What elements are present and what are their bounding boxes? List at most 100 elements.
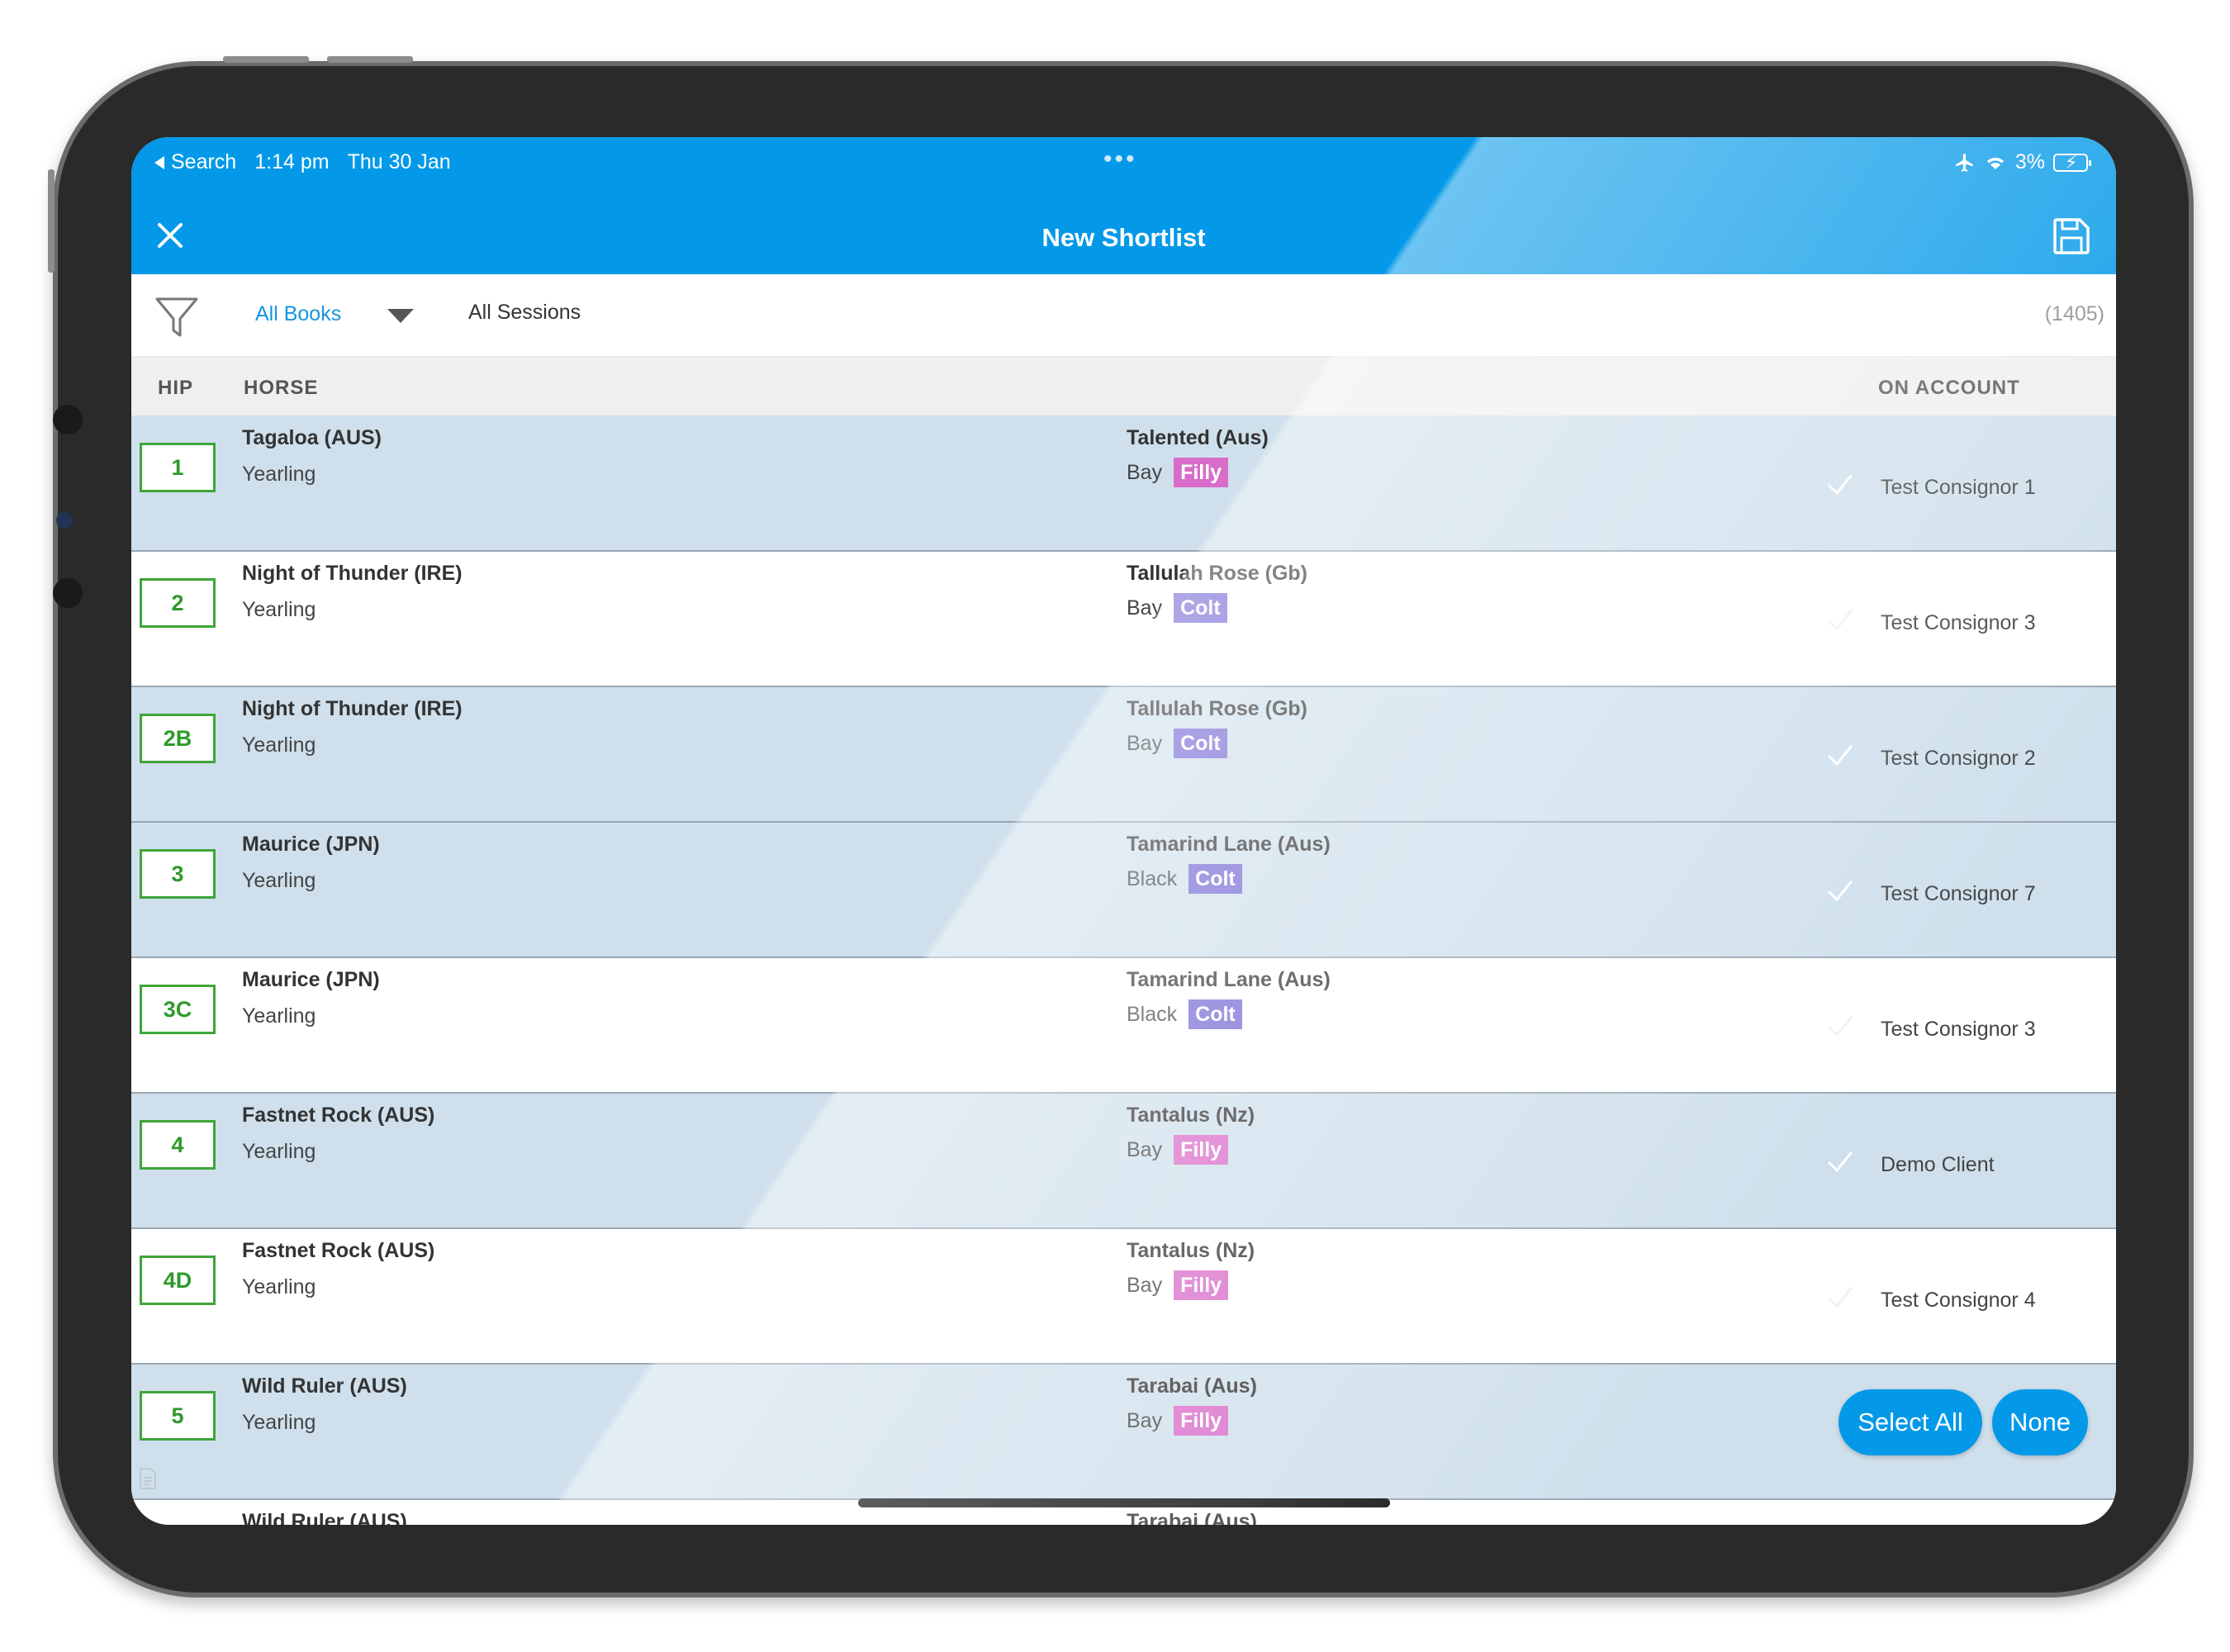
color-sex: Black Colt <box>1127 999 1242 1029</box>
status-bar: Search 1:14 pm Thu 30 Jan ••• 3% ⚡ <box>131 145 2116 178</box>
sire-name: Fastnet Rock (AUS) <box>242 1239 435 1262</box>
document-icon[interactable] <box>138 1467 158 1490</box>
hip-badge: 2B <box>140 714 216 763</box>
select-all-button[interactable]: Select All <box>1839 1389 1982 1455</box>
back-to-search-link[interactable]: Search <box>171 150 236 174</box>
wifi-icon <box>1986 157 2004 169</box>
sire-name: Wild Ruler (AUS) <box>242 1374 407 1398</box>
save-icon[interactable] <box>2050 215 2093 258</box>
hip-badge: 3 <box>140 849 216 899</box>
color-sex: Bay Filly <box>1127 458 1229 487</box>
table-row[interactable]: 2B Night of Thunder (IRE) Yearling Tallulah… <box>131 687 2116 823</box>
sessions-dropdown[interactable]: All Sessions <box>468 301 581 325</box>
horse-color: Bay <box>1127 1137 1163 1161</box>
hip-badge: 2 <box>140 578 216 628</box>
books-dropdown[interactable]: All Books <box>255 302 341 326</box>
select-none-button[interactable]: None <box>1992 1389 2088 1455</box>
horse-color: Bay <box>1127 731 1163 755</box>
table-row[interactable]: 3C Maurice (JPN) Yearling Tamarind Lane (Au… <box>131 958 2116 1094</box>
column-header: HIP HORSE ON ACCOUNT <box>131 357 2116 416</box>
sire-name: Maurice (JPN) <box>242 968 380 991</box>
color-sex: Bay Filly <box>1127 1270 1229 1300</box>
horse-color: Bay <box>1127 1408 1163 1432</box>
color-sex: Black Colt <box>1127 864 1242 894</box>
horse-list[interactable]: 1 Tagaloa (AUS) Yearling Talented (Aus) Bay… <box>131 416 2116 1525</box>
horse-age: Yearling <box>242 598 316 621</box>
page-title: New Shortlist <box>1041 223 1206 252</box>
horse-age: Yearling <box>242 1275 316 1298</box>
dam-name: Tallulah Rose (Gb) <box>1127 697 1307 720</box>
dam-name: Tantalus (Nz) <box>1127 1104 1255 1127</box>
filter-bar: All Books All Sessions (1405) <box>131 274 2116 357</box>
checkmark-icon[interactable] <box>1824 740 1856 771</box>
home-indicator[interactable] <box>858 1498 1390 1507</box>
column-hip: HIP <box>158 377 194 399</box>
checkmark-icon[interactable] <box>1824 876 1856 907</box>
color-sex: Bay Filly <box>1127 1135 1229 1165</box>
hip-badge: 1 <box>140 443 216 492</box>
column-horse: HORSE <box>244 377 319 399</box>
checkmark-icon[interactable] <box>1824 1282 1856 1313</box>
sex-badge: Filly <box>1174 458 1229 487</box>
hip-badge: 3C <box>140 985 216 1034</box>
checkmark-icon[interactable] <box>1824 605 1856 636</box>
sire-name: Wild Ruler (AUS) <box>242 1510 407 1525</box>
dam-name: Tarabai (Aus) <box>1127 1510 1257 1525</box>
checkmark-icon[interactable] <box>1824 469 1856 501</box>
table-row[interactable]: 4D Fastnet Rock (AUS) Yearling Tantalus (Nz… <box>131 1229 2116 1365</box>
checkmark-icon[interactable] <box>1824 1146 1856 1178</box>
horse-age: Yearling <box>242 463 316 486</box>
dam-name: Tamarind Lane (Aus) <box>1127 968 1331 991</box>
sire-name: Night of Thunder (IRE) <box>242 562 463 585</box>
table-row[interactable]: 2 Night of Thunder (IRE) Yearling Tallulah … <box>131 552 2116 687</box>
battery-icon: ⚡ <box>2053 152 2091 173</box>
volume-button <box>223 56 309 63</box>
sensor <box>53 578 83 608</box>
horse-age: Yearling <box>242 1004 316 1028</box>
sire-name: Tagaloa (AUS) <box>242 426 382 449</box>
on-account-name: Test Consignor 2 <box>1881 747 2036 770</box>
dam-name: Talented (Aus) <box>1127 426 1269 449</box>
horse-age: Yearling <box>242 869 316 892</box>
dam-name: Tarabai (Aus) <box>1127 1374 1257 1398</box>
table-row[interactable]: 5 Wild Ruler (AUS) Yearling Tarabai (Aus) B… <box>131 1365 2116 1500</box>
sex-badge: Colt <box>1174 729 1227 758</box>
color-sex: Bay Colt <box>1127 593 1227 623</box>
side-button <box>48 169 55 273</box>
multitasking-dots[interactable]: ••• <box>1103 145 1137 173</box>
horse-color: Black <box>1127 866 1178 890</box>
column-on-account: ON ACCOUNT <box>1878 377 2020 399</box>
horse-color: Bay <box>1127 1273 1163 1297</box>
on-account-name: Test Consignor 4 <box>1881 1289 2036 1312</box>
table-row[interactable]: 4 Fastnet Rock (AUS) Yearling Tantalus (Nz)… <box>131 1094 2116 1229</box>
table-row[interactable]: 3 Maurice (JPN) Yearling Tamarind Lane (Aus… <box>131 823 2116 958</box>
camera-sensor <box>56 512 73 529</box>
airplane-icon <box>1956 153 1973 172</box>
horse-age: Yearling <box>242 733 316 757</box>
color-sex: Bay Colt <box>1127 729 1227 758</box>
horse-color: Black <box>1127 1002 1178 1026</box>
hip-badge: 5 <box>140 1391 216 1441</box>
on-account-name: Test Consignor 3 <box>1881 1018 2036 1041</box>
status-date: Thu 30 Jan <box>347 150 451 173</box>
sex-badge: Colt <box>1189 999 1242 1029</box>
sire-name: Night of Thunder (IRE) <box>242 697 463 720</box>
sex-badge: Colt <box>1189 864 1242 894</box>
volume-button <box>327 56 413 63</box>
filter-icon[interactable] <box>153 292 201 340</box>
color-sex: Bay Filly <box>1127 1406 1229 1436</box>
status-time: 1:14 pm <box>254 150 330 173</box>
table-row[interactable]: 1 Tagaloa (AUS) Yearling Talented (Aus) Bay… <box>131 416 2116 552</box>
horse-age: Yearling <box>242 1140 316 1163</box>
sex-badge: Colt <box>1174 593 1227 623</box>
chevron-down-icon[interactable] <box>387 309 414 323</box>
result-count: (1405) <box>2044 302 2104 325</box>
on-account-name: Demo Client <box>1881 1153 1995 1176</box>
screen: Search 1:14 pm Thu 30 Jan ••• 3% ⚡ New S… <box>131 137 2116 1525</box>
horse-age: Yearling <box>242 1411 316 1434</box>
sex-badge: Filly <box>1174 1406 1229 1436</box>
app-header: Search 1:14 pm Thu 30 Jan ••• 3% ⚡ New S… <box>131 137 2116 274</box>
checkmark-icon[interactable] <box>1824 1011 1856 1042</box>
back-arrow-icon[interactable] <box>154 155 164 169</box>
on-account-name: Test Consignor 7 <box>1881 882 2036 905</box>
